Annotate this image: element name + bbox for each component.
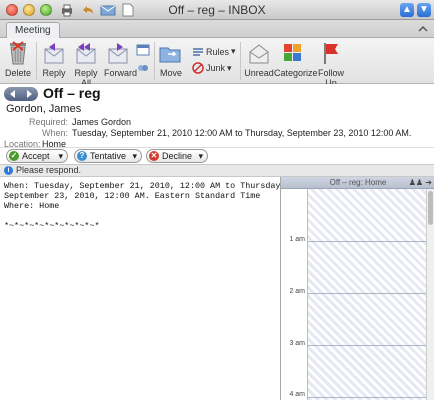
reply-all-icon xyxy=(76,43,96,64)
reply-icon xyxy=(44,43,64,64)
rules-button[interactable]: Rules ▾ xyxy=(192,46,236,57)
arrow-up-icon: ▲ xyxy=(402,4,412,15)
decline-label: Decline xyxy=(162,151,193,161)
move-folder-icon xyxy=(159,47,181,63)
arrow-right-icon[interactable]: ➔ xyxy=(425,178,432,187)
message-body[interactable]: When: Tuesday, September 21, 2010, 12:00… xyxy=(0,177,286,400)
categorize-label: Categorize xyxy=(274,68,318,78)
categorize-button[interactable]: Categorize xyxy=(274,40,318,78)
collapse-ribbon-icon[interactable] xyxy=(418,24,428,34)
when-label: When: xyxy=(41,128,68,138)
hour-line xyxy=(307,241,427,242)
message-body-text: When: Tuesday, September 21, 2010, 12:00… xyxy=(4,181,286,231)
decline-button[interactable]: ✕ Decline ▾ xyxy=(146,149,208,163)
delete-button[interactable]: Delete xyxy=(4,40,32,78)
junk-label: Junk xyxy=(206,63,226,73)
hour-label: 3 am xyxy=(289,340,305,347)
unread-button[interactable]: Unread xyxy=(244,40,274,78)
junk-icon xyxy=(192,62,204,74)
unread-envelope-icon xyxy=(249,44,269,64)
accept-label: Accept xyxy=(22,151,50,161)
scrollbar-thumb[interactable] xyxy=(428,191,433,225)
info-text: Please respond. xyxy=(16,165,82,175)
hour-label: 4 am xyxy=(289,391,305,398)
message-nav-control[interactable] xyxy=(4,87,38,101)
when-value: Tuesday, September 21, 2010 12:00 AM to … xyxy=(72,128,412,138)
forward-button[interactable]: Forward xyxy=(104,40,137,78)
dropdown-arrow-icon: ▾ xyxy=(132,150,137,161)
required-value[interactable]: James Gordon xyxy=(72,117,131,127)
forward-icon xyxy=(108,43,128,64)
move-label: Move xyxy=(159,68,182,78)
calendar-header-title: Off – reg: Home xyxy=(329,178,387,187)
attachment-icon[interactable] xyxy=(136,62,150,74)
delete-label: Delete xyxy=(4,68,31,78)
calendar-event-block[interactable] xyxy=(307,189,427,400)
response-bar: ✓ Accept ▾ ? Tentative ▾ ✕ Decline ▾ xyxy=(0,147,434,164)
window-title: Off – reg – INBOX xyxy=(168,3,266,17)
message-sender[interactable]: Gordon, James xyxy=(6,103,81,115)
arrow-down-icon: ▼ xyxy=(419,4,429,15)
calendar-header: Off – reg: Home ♟♟ ➔ xyxy=(281,177,434,189)
info-icon: i xyxy=(4,166,13,175)
rules-label: Rules xyxy=(206,46,230,57)
reply-button[interactable]: Reply xyxy=(40,40,68,78)
follow-up-button[interactable]: Follow Up xyxy=(312,40,350,88)
calendar-header-icons: ♟♟ ➔ xyxy=(409,177,432,189)
hour-label: 1 am xyxy=(289,236,305,243)
tab-meeting[interactable]: Meeting xyxy=(6,22,60,38)
x-mark-icon: ✕ xyxy=(149,151,159,161)
previous-message-button[interactable]: ▲ xyxy=(400,3,414,17)
tentative-label: Tentative xyxy=(90,151,127,161)
categorize-icon xyxy=(284,44,301,61)
back-forward-icon xyxy=(10,90,32,98)
question-mark-icon: ? xyxy=(77,151,87,161)
move-button[interactable]: Move xyxy=(156,40,186,78)
dropdown-arrow-icon: ▾ xyxy=(227,62,232,73)
reply-all-button[interactable]: Reply All xyxy=(70,40,102,88)
flag-icon xyxy=(324,43,338,64)
ribbon-separator xyxy=(36,42,37,80)
hour-label: 2 am xyxy=(289,288,305,295)
ribbon-separator xyxy=(240,42,241,80)
dropdown-arrow-icon: ▾ xyxy=(198,150,203,161)
rules-icon xyxy=(193,47,203,56)
junk-button[interactable]: Junk ▾ xyxy=(192,62,232,74)
message-subject: Off – reg xyxy=(43,85,101,101)
reply-label: Reply xyxy=(42,68,66,78)
attendees-icon[interactable]: ♟♟ xyxy=(409,178,423,187)
dropdown-arrow-icon: ▾ xyxy=(231,46,236,56)
hour-line xyxy=(307,397,427,398)
meeting-icon[interactable] xyxy=(136,44,150,56)
required-label: Required: xyxy=(28,117,68,127)
ribbon-separator xyxy=(154,42,155,80)
calendar-scrollbar[interactable] xyxy=(426,189,434,400)
ribbon: Delete Reply Reply All Forward Move Rule… xyxy=(0,38,434,88)
next-message-button[interactable]: ▼ xyxy=(417,3,431,17)
trash-icon xyxy=(10,41,26,65)
calendar-preview: Off – reg: Home ♟♟ ➔ 1 am 2 am 3 am 4 am xyxy=(280,177,434,400)
ribbon-tab-row: Meeting xyxy=(0,20,434,38)
unread-label: Unread xyxy=(244,68,274,78)
forward-label: Forward xyxy=(104,68,138,78)
tentative-button[interactable]: ? Tentative ▾ xyxy=(74,149,142,163)
hour-line xyxy=(307,293,427,294)
accept-button[interactable]: ✓ Accept ▾ xyxy=(6,149,68,163)
message-header: Off – reg Gordon, James Required: James … xyxy=(0,84,434,149)
dropdown-arrow-icon: ▾ xyxy=(58,150,63,161)
hour-line xyxy=(307,345,427,346)
checkmark-icon: ✓ xyxy=(9,151,19,161)
info-bar: i Please respond. xyxy=(0,164,434,177)
title-bar: Off – reg – INBOX ▲ ▼ xyxy=(0,0,434,20)
